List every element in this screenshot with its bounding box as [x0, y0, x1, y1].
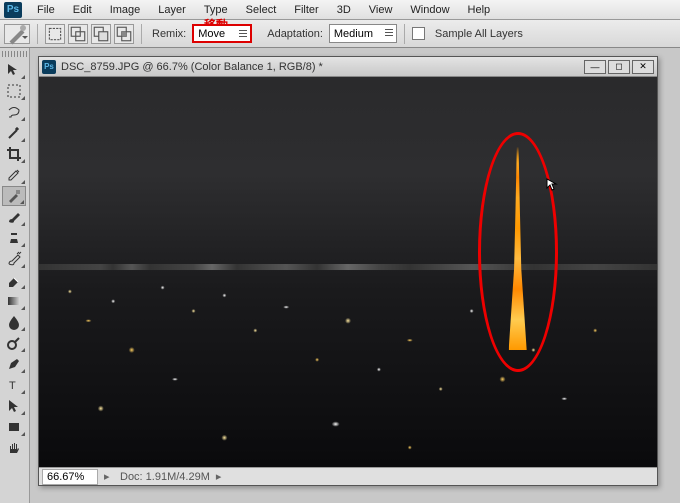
- skyline-graphic: [39, 264, 657, 270]
- menu-edit[interactable]: Edit: [64, 4, 101, 16]
- menu-window[interactable]: Window: [401, 4, 458, 16]
- menu-layer[interactable]: Layer: [149, 4, 195, 16]
- sample-all-layers-checkbox[interactable]: [412, 27, 425, 40]
- menu-help[interactable]: Help: [459, 4, 500, 16]
- zoom-field[interactable]: 66.67%: [42, 469, 98, 485]
- dodge-tool[interactable]: [2, 333, 26, 353]
- options-bar: Remix: 移動 Move Adaptation: Medium Sample…: [0, 20, 680, 48]
- pen-tool[interactable]: [2, 354, 26, 374]
- zoom-chevron-icon[interactable]: ▸: [104, 470, 114, 483]
- app-logo: Ps: [4, 2, 22, 18]
- lasso-tool[interactable]: [2, 102, 26, 122]
- gradient-tool[interactable]: [2, 291, 26, 311]
- toolbox-grip[interactable]: [2, 51, 27, 57]
- document-statusbar: 66.67% ▸ Doc: 1.91M/4.29M ▸: [39, 467, 657, 485]
- type-tool[interactable]: T: [2, 375, 26, 395]
- docinfo-chevron-icon[interactable]: ▸: [216, 470, 226, 483]
- workspace-area: Ps DSC_8759.JPG @ 66.7% (Color Balance 1…: [30, 48, 680, 503]
- document-icon: Ps: [42, 60, 56, 74]
- healing-brush-icon: [5, 22, 29, 46]
- intersect-selection-icon[interactable]: [114, 24, 134, 44]
- close-button[interactable]: ✕: [632, 60, 654, 74]
- document-window: Ps DSC_8759.JPG @ 66.7% (Color Balance 1…: [38, 56, 658, 486]
- menu-bar: Ps File Edit Image Layer Type Select Fil…: [0, 0, 680, 20]
- image-content: [39, 77, 657, 467]
- remix-value: Move: [198, 28, 225, 40]
- adaptation-dropdown[interactable]: Medium: [329, 24, 397, 43]
- document-title: DSC_8759.JPG @ 66.7% (Color Balance 1, R…: [61, 61, 582, 73]
- add-selection-icon[interactable]: [68, 24, 88, 44]
- adaptation-value: Medium: [334, 28, 373, 40]
- tower-graphic: [509, 147, 527, 350]
- separator: [37, 24, 38, 44]
- rectangle-shape-tool[interactable]: [2, 417, 26, 437]
- adaptation-label: Adaptation:: [267, 28, 323, 40]
- menu-select[interactable]: Select: [237, 4, 286, 16]
- remix-label: Remix:: [152, 28, 186, 40]
- document-titlebar[interactable]: Ps DSC_8759.JPG @ 66.7% (Color Balance 1…: [39, 57, 657, 77]
- tool-preset-picker[interactable]: [4, 24, 30, 44]
- path-selection-tool[interactable]: [2, 396, 26, 416]
- brush-tool[interactable]: [2, 207, 26, 227]
- menu-file[interactable]: File: [28, 4, 64, 16]
- hand-tool[interactable]: [2, 438, 26, 458]
- new-selection-icon[interactable]: [45, 24, 65, 44]
- menu-3d[interactable]: 3D: [328, 4, 360, 16]
- history-brush-tool[interactable]: [2, 249, 26, 269]
- minimize-button[interactable]: —: [584, 60, 606, 74]
- document-canvas[interactable]: [39, 77, 657, 467]
- separator: [404, 24, 405, 44]
- eyedropper-tool[interactable]: [2, 165, 26, 185]
- move-tool[interactable]: [2, 60, 26, 80]
- crop-tool[interactable]: [2, 144, 26, 164]
- menu-view[interactable]: View: [360, 4, 402, 16]
- healing-brush-tool[interactable]: [2, 186, 26, 206]
- menu-type[interactable]: Type: [195, 4, 237, 16]
- subtract-selection-icon[interactable]: [91, 24, 111, 44]
- toolbox: T: [0, 48, 30, 503]
- sample-all-layers-label: Sample All Layers: [435, 28, 523, 40]
- blur-tool[interactable]: [2, 312, 26, 332]
- cursor-icon: [546, 178, 560, 192]
- city-lights-graphic: [39, 272, 657, 467]
- magic-wand-tool[interactable]: [2, 123, 26, 143]
- menu-filter[interactable]: Filter: [285, 4, 327, 16]
- svg-text:T: T: [9, 380, 16, 392]
- maximize-button[interactable]: ◻: [608, 60, 630, 74]
- menu-image[interactable]: Image: [101, 4, 150, 16]
- separator: [141, 24, 142, 44]
- clone-stamp-tool[interactable]: [2, 228, 26, 248]
- doc-info: Doc: 1.91M/4.29M: [120, 471, 210, 483]
- remix-dropdown[interactable]: Move: [192, 24, 252, 43]
- eraser-tool[interactable]: [2, 270, 26, 290]
- marquee-tool[interactable]: [2, 81, 26, 101]
